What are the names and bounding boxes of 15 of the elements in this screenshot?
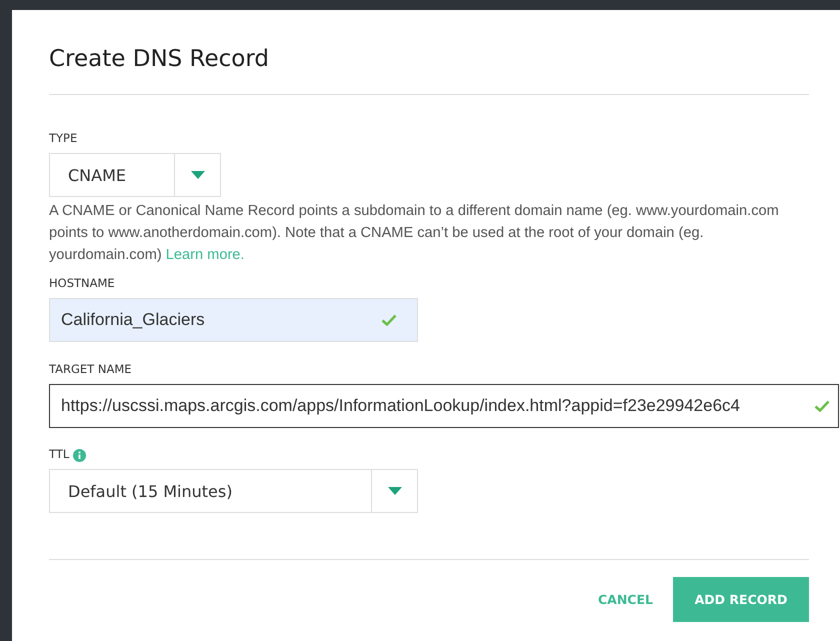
field-label: TYPE — [49, 131, 78, 147]
field-label: TARGET NAME — [49, 362, 133, 378]
check-icon — [814, 400, 830, 412]
caret-icon — [190, 171, 204, 179]
target-name-field[interactable]: https://uscssi.maps.arcgis.com/apps/InformationLookup/index.html?appid=f23e29942e6c4 — [49, 384, 839, 428]
dialog-title: Create DNS Record — [49, 46, 270, 74]
hostname-field[interactable]: California_Glaciers — [49, 298, 418, 342]
description: A CNAME or Canonical Name Record points a subdomain to a different domain name (eg. www.yourdomain.com points to www.anotherdomain.com). Note that a CNAME can’t be used at the root of your domain (eg. yourdomain.com) Learn more. — [49, 202, 780, 265]
field-label: HOSTNAME — [49, 276, 116, 292]
type-select[interactable]: CNAME — [49, 153, 221, 197]
ttl-select[interactable]: Default (15 Minutes) — [49, 469, 418, 513]
caret-icon — [388, 487, 402, 495]
check-icon — [381, 314, 397, 326]
info-icon[interactable] — [73, 448, 86, 462]
field-label: TTL — [49, 447, 70, 463]
